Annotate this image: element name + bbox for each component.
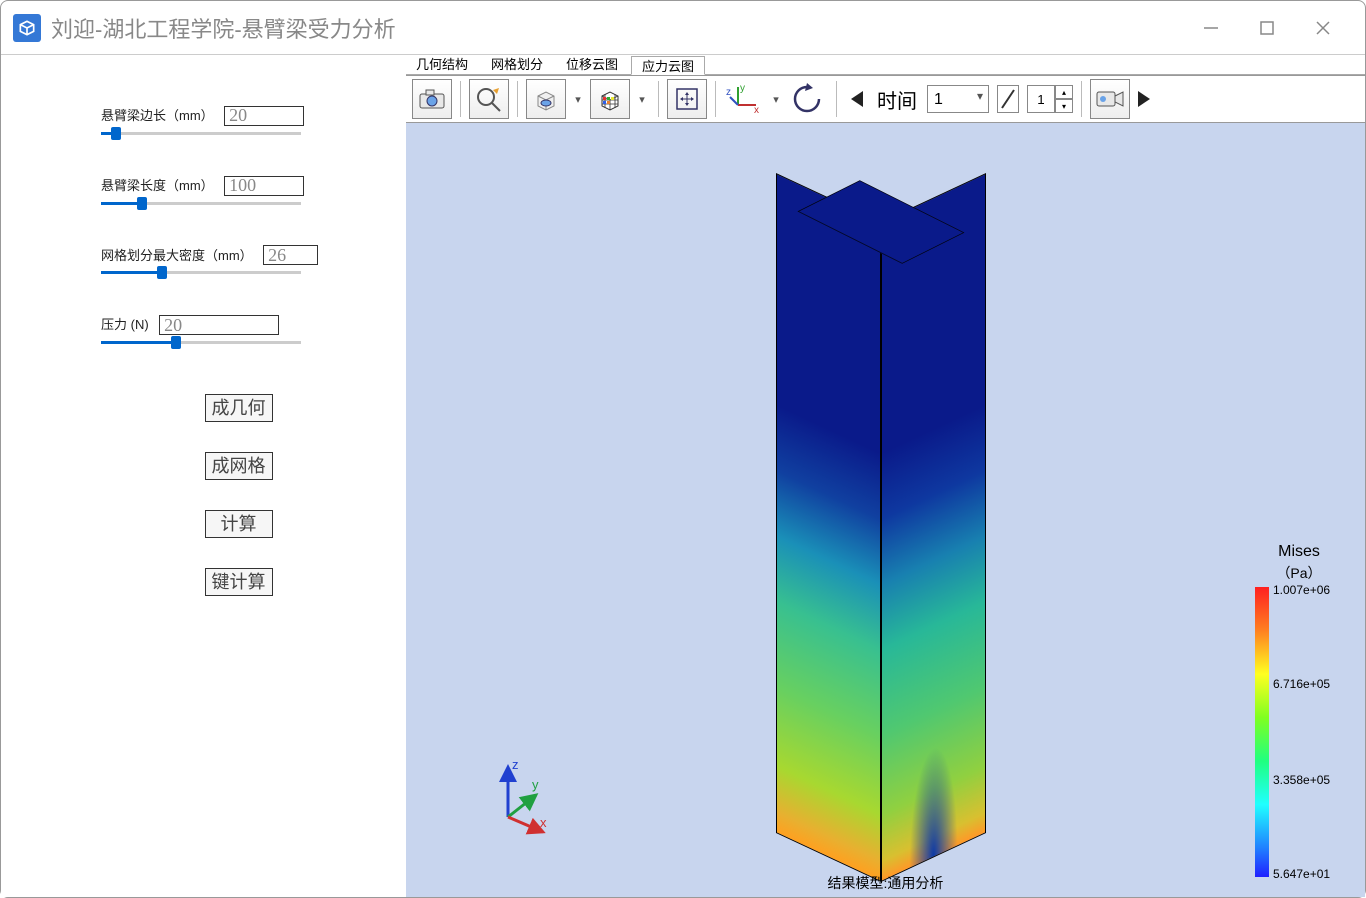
axes-dropdown[interactable]: ▾ (768, 79, 784, 119)
toolbar: ▾ ▾ y x z ▾ (406, 75, 1365, 123)
beam-length-input[interactable] (224, 176, 304, 196)
app-icon (13, 14, 41, 42)
cube-view-icon[interactable] (526, 79, 566, 119)
svg-text:x: x (540, 815, 547, 830)
compute-button[interactable]: 计算 (205, 510, 273, 538)
svg-text:x: x (754, 105, 759, 115)
app-window: 刘迎-湖北工程学院-悬臂梁受力分析 悬臂梁边长（mm） (0, 0, 1366, 898)
rubik-icon[interactable] (590, 79, 630, 119)
param-edge-length: 悬臂梁边长（mm） (101, 105, 376, 135)
skip-back-icon[interactable] (845, 79, 867, 119)
param-label: 压力 (N) (101, 314, 149, 333)
color-legend: Mises （Pa） 1.007e+06 6.716e+05 3.358e+05… (1249, 543, 1349, 877)
skip-forward-icon[interactable] (1134, 79, 1156, 119)
build-mesh-button[interactable]: 成网格 (205, 452, 273, 480)
viewport-3d[interactable]: 结果模型:通用分析 z y x Mises (406, 123, 1365, 897)
slash-icon (997, 85, 1019, 113)
maximize-button[interactable] (1257, 18, 1277, 38)
zoom-icon[interactable] (469, 79, 509, 119)
param-force: 压力 (N) (101, 314, 376, 344)
camera-icon[interactable] (412, 79, 452, 119)
build-geometry-button[interactable]: 成几何 (205, 394, 273, 422)
legend-title: Mises (1249, 543, 1349, 561)
time-select[interactable]: 1 (927, 85, 989, 113)
onekey-compute-button[interactable]: 键计算 (205, 568, 273, 596)
edge-length-slider[interactable] (101, 132, 301, 135)
fit-screen-icon[interactable] (667, 79, 707, 119)
param-label: 网格划分最大密度（mm） (101, 245, 253, 264)
mesh-density-input[interactable] (263, 245, 318, 265)
axes-icon[interactable]: y x z (724, 79, 764, 119)
mesh-density-slider[interactable] (101, 271, 301, 274)
svg-text:y: y (740, 83, 745, 94)
rotate-icon[interactable] (788, 79, 828, 119)
time-label: 时间 (877, 85, 917, 114)
rubik-dropdown[interactable]: ▾ (634, 79, 650, 119)
svg-text:y: y (532, 777, 539, 792)
tab-geometry[interactable]: 几何结构 (406, 55, 479, 74)
param-beam-length: 悬臂梁长度（mm） (101, 175, 376, 205)
titlebar: 刘迎-湖北工程学院-悬臂梁受力分析 (1, 1, 1365, 55)
force-input[interactable] (159, 315, 279, 335)
sidebar: 悬臂梁边长（mm） 悬臂梁长度（mm） 网格划分最大密度（mm） (1, 55, 406, 897)
tab-mesh[interactable]: 网格划分 (481, 55, 554, 74)
beam-model (776, 178, 986, 878)
param-label: 悬臂梁长度（mm） (101, 175, 214, 194)
tab-bar: 几何结构 网格划分 位移云图 应力云图 (406, 55, 1365, 75)
svg-text:z: z (512, 757, 519, 772)
legend-colorbar (1255, 587, 1269, 877)
tab-displacement[interactable]: 位移云图 (556, 55, 629, 74)
minimize-button[interactable] (1201, 18, 1221, 38)
frame-spinner[interactable]: ▴▾ (1027, 85, 1073, 113)
result-model-label: 结果模型:通用分析 (406, 873, 1365, 893)
window-title: 刘迎-湖北工程学院-悬臂梁受力分析 (51, 12, 1201, 44)
main-area: 几何结构 网格划分 位移云图 应力云图 ▾ (406, 55, 1365, 897)
legend-unit: （Pa） (1249, 563, 1349, 583)
edge-length-input[interactable] (224, 106, 304, 126)
param-mesh-density: 网格划分最大密度（mm） (101, 245, 376, 275)
svg-text:z: z (726, 87, 731, 98)
close-button[interactable] (1313, 18, 1333, 38)
coordinate-triad: z y x (488, 757, 568, 837)
tab-stress[interactable]: 应力云图 (631, 56, 705, 75)
force-slider[interactable] (101, 341, 301, 344)
param-label: 悬臂梁边长（mm） (101, 105, 214, 124)
cube-view-dropdown[interactable]: ▾ (570, 79, 586, 119)
video-icon[interactable] (1090, 79, 1130, 119)
beam-length-slider[interactable] (101, 202, 301, 205)
